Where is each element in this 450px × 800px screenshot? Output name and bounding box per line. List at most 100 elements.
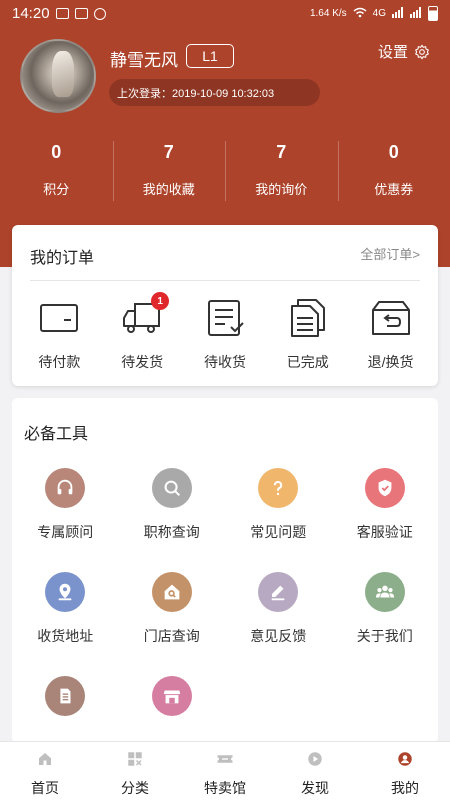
order-label: 已完成 (286, 354, 329, 370)
order-badge: 1 (151, 292, 170, 310)
discover-play-icon (308, 752, 322, 766)
settings-label: 设置 (377, 44, 408, 61)
order-pending-payment[interactable]: 待付款 (20, 296, 98, 372)
tab-label: 分类 (121, 780, 149, 796)
tool-document[interactable] (12, 676, 119, 730)
stat-label: 积分 (43, 182, 70, 197)
tool-shop[interactable] (119, 676, 226, 730)
stat-label: 优惠券 (374, 182, 414, 197)
feedback-pen-icon (271, 585, 285, 601)
stat-value: 7 (163, 142, 174, 162)
order-label: 待发货 (121, 354, 164, 370)
home-icon (39, 753, 51, 765)
tool-address[interactable]: 收货地址 (12, 572, 119, 646)
category-icon (128, 752, 142, 766)
all-orders-link[interactable]: 全部订单> (360, 244, 420, 263)
tool-circle (258, 572, 299, 612)
settings-button[interactable]: 设置 (378, 41, 430, 62)
shop-icon (163, 690, 180, 704)
orders-card: 我的订单 全部订单> 待付款 1 待发货 待收货 已完成 退/换货 (12, 225, 438, 386)
tool-faq[interactable]: 常见问题 (225, 468, 332, 542)
orders-title: 我的订单 (30, 250, 95, 267)
order-pending-shipment[interactable]: 1 待发货 (103, 292, 181, 372)
shield-check-icon (378, 479, 392, 497)
network-label: 4G (372, 8, 386, 19)
receive-doc-icon (207, 300, 244, 336)
tool-about[interactable]: 关于我们 (332, 572, 439, 646)
order-pending-receipt[interactable]: 待收货 (186, 296, 264, 372)
order-label: 待付款 (38, 354, 81, 370)
tool-store-query[interactable]: 门店查询 (119, 572, 226, 646)
tool-label: 门店查询 (143, 628, 200, 644)
divider (30, 280, 420, 281)
stat-value: 7 (276, 142, 287, 162)
stats-row: 0 积分 7 我的收藏 7 我的询价 0 优惠券 (0, 135, 450, 205)
order-label: 待收货 (203, 354, 246, 370)
tool-service-verify[interactable]: 客服验证 (332, 468, 439, 542)
tab-label: 发现 (301, 780, 329, 796)
tools-card: 必备工具 专属顾问 职称查询 常见问题 客服验证 收货地址 门店查询 意见反馈 … (12, 398, 438, 743)
profile-icon (398, 752, 412, 766)
tool-advisor[interactable]: 专属顾问 (12, 468, 119, 542)
signal-icon (392, 6, 404, 21)
orders-row: 待付款 1 待发货 待收货 已完成 退/换货 (12, 292, 438, 372)
last-login: 上次登录：2019-10-09 10:32:03 (109, 79, 320, 106)
status-bar: 14:20 1.64 K/s 4G (0, 0, 450, 27)
tool-circle (258, 468, 299, 508)
level-badge: L1 (186, 44, 234, 68)
tab-label: 特卖馆 (204, 780, 246, 796)
document-icon (60, 688, 71, 704)
wallet-icon (40, 304, 79, 332)
tool-circle (364, 572, 405, 612)
tools-title: 必备工具 (24, 426, 89, 443)
order-label: 退/换货 (367, 354, 414, 370)
tab-category[interactable]: 分类 (90, 742, 180, 800)
stat-value: 0 (51, 142, 62, 162)
tool-circle (45, 468, 86, 508)
tool-label: 关于我们 (356, 628, 413, 644)
avatar[interactable] (20, 39, 96, 113)
completed-doc-icon (290, 299, 325, 337)
tools-grid: 专属顾问 职称查询 常见问题 客服验证 收货地址 门店查询 意见反馈 关于我们 (12, 468, 438, 730)
search-icon (164, 480, 180, 497)
net-speed: 1.64 K/s (309, 8, 347, 19)
battery-icon (428, 6, 438, 21)
stat-points[interactable]: 0 积分 (0, 135, 113, 205)
status-time: 14:20 (12, 5, 50, 22)
ticket-icon (217, 755, 233, 763)
signal-icon-2 (410, 6, 422, 21)
stat-label: 我的收藏 (142, 182, 195, 197)
tab-mine[interactable]: 我的 (360, 742, 450, 800)
stat-inquiries[interactable]: 7 我的询价 (225, 135, 338, 205)
stat-favorites[interactable]: 7 我的收藏 (112, 135, 226, 205)
tool-circle (151, 572, 192, 612)
tool-circle (364, 468, 405, 508)
bottom-tab-bar: 首页 分类 特卖馆 发现 我的 (0, 741, 450, 800)
order-completed[interactable]: 已完成 (269, 296, 347, 372)
notification-icon (74, 8, 88, 19)
question-icon (274, 481, 283, 496)
tool-label: 客服验证 (356, 524, 413, 540)
username: 静雪无风 (110, 51, 178, 70)
stat-value: 0 (388, 142, 399, 162)
tool-feedback[interactable]: 意见反馈 (225, 572, 332, 646)
headset-icon (57, 479, 73, 495)
tool-circle (45, 572, 86, 612)
sync-icon (93, 7, 106, 20)
tool-circle (45, 676, 86, 716)
order-returns[interactable]: 退/换货 (352, 296, 430, 372)
tool-title-query[interactable]: 职称查询 (119, 468, 226, 542)
gear-icon (415, 44, 429, 59)
people-icon (375, 585, 394, 598)
tool-circle (151, 468, 192, 508)
tool-circle (151, 676, 192, 716)
tool-label: 专属顾问 (37, 524, 94, 540)
tab-label: 首页 (31, 780, 59, 796)
tab-discover[interactable]: 发现 (270, 742, 360, 800)
tab-home[interactable]: 首页 (0, 742, 90, 800)
stat-coupons[interactable]: 0 优惠券 (337, 135, 450, 205)
tool-label: 职称查询 (143, 524, 200, 540)
stat-label: 我的询价 (255, 182, 308, 197)
tab-sale[interactable]: 特卖馆 (180, 742, 270, 800)
store-search-icon (164, 584, 180, 600)
